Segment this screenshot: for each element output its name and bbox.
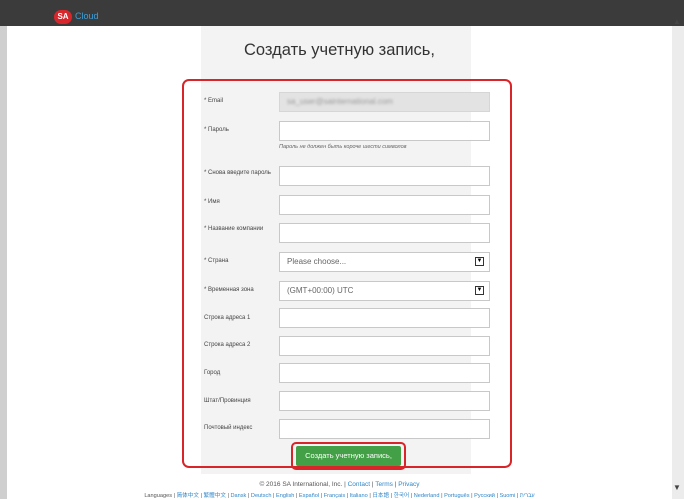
company-label: * Название компании (204, 226, 264, 232)
email-value: sa_user@sainternational.com (287, 97, 393, 106)
language-link[interactable]: Deutsch (251, 493, 272, 499)
chevron-down-icon[interactable]: ▼ (475, 286, 484, 295)
sa-logo-icon[interactable]: SA (54, 10, 72, 24)
language-link[interactable]: Nederland (414, 493, 440, 499)
state-label: Штат/Провинция (204, 398, 251, 404)
address2-field[interactable] (279, 336, 490, 356)
contact-link[interactable]: Contact (348, 481, 370, 488)
logo-text[interactable]: Cloud (75, 11, 99, 21)
address2-label: Строка адреса 2 (204, 342, 251, 348)
language-link[interactable]: Русский (474, 493, 495, 499)
company-field[interactable] (279, 223, 490, 243)
name-label: * Имя (204, 199, 220, 205)
language-link[interactable]: English (276, 493, 294, 499)
password-confirm-field[interactable] (279, 166, 490, 186)
timezone-selected-value: (GMT+00:00) UTC (287, 286, 354, 295)
language-link[interactable]: Español (299, 493, 319, 499)
timezone-label: * Временная зона (204, 287, 254, 293)
email-label: * Email (204, 98, 224, 104)
zip-label: Почтовый индекс (204, 425, 253, 431)
state-field[interactable] (279, 391, 490, 411)
left-edge (0, 26, 7, 499)
language-link[interactable]: 简体中文 (177, 493, 199, 499)
email-field: sa_user@sainternational.com (279, 92, 490, 112)
page-title: Создать учетную запись, (244, 41, 435, 59)
language-link[interactable]: Suomi (499, 493, 515, 499)
country-select[interactable]: Please choose... ▼ (279, 252, 490, 272)
address1-label: Строка адреса 1 (204, 315, 251, 321)
footer-copyright-line: © 2016 SA International, Inc. | Contact … (259, 481, 420, 488)
language-link[interactable]: Français (324, 493, 345, 499)
scrollbar[interactable]: ▼ (672, 26, 684, 499)
country-selected-value: Please choose... (287, 257, 347, 266)
city-label: Город (204, 370, 221, 376)
language-link[interactable]: עברית (520, 493, 535, 499)
language-link[interactable]: Português (444, 493, 470, 499)
footer-languages-line: Languages | 简体中文 | 繁體中文 | Dansk | Deutsc… (144, 493, 535, 499)
page-content: Создать учетную запись, * Email sa_user@… (7, 26, 672, 499)
scroll-down-arrow-icon[interactable]: ▼ (672, 483, 682, 493)
languages-prefix: Languages | (144, 493, 176, 499)
language-link[interactable]: 한국어 (394, 493, 409, 499)
country-label: * Страна (204, 258, 229, 264)
password-hint: Пароль не должен быть короче шести симво… (279, 144, 407, 150)
password-confirm-label: * Снова введите пароль (204, 170, 271, 176)
timezone-select[interactable]: (GMT+00:00) UTC ▼ (279, 281, 490, 301)
language-link[interactable]: 日本語 (372, 493, 389, 499)
terms-link[interactable]: Terms (375, 481, 393, 488)
chevron-down-icon[interactable]: ▼ (475, 257, 484, 266)
language-link[interactable]: Italiano (350, 493, 368, 499)
zip-field[interactable] (279, 419, 490, 439)
privacy-link[interactable]: Privacy (398, 481, 419, 488)
address1-field[interactable] (279, 308, 490, 328)
password-field[interactable] (279, 121, 490, 141)
top-bar: SA Cloud ▲ (0, 0, 684, 26)
name-field[interactable] (279, 195, 490, 215)
language-link[interactable]: Dansk (230, 493, 246, 499)
language-link[interactable]: 繁體中文 (204, 493, 226, 499)
city-field[interactable] (279, 363, 490, 383)
create-account-button[interactable]: Создать учетную запись, (296, 446, 401, 466)
password-label: * Пароль (204, 127, 229, 133)
copyright-text: © 2016 SA International, Inc. | (259, 481, 346, 488)
